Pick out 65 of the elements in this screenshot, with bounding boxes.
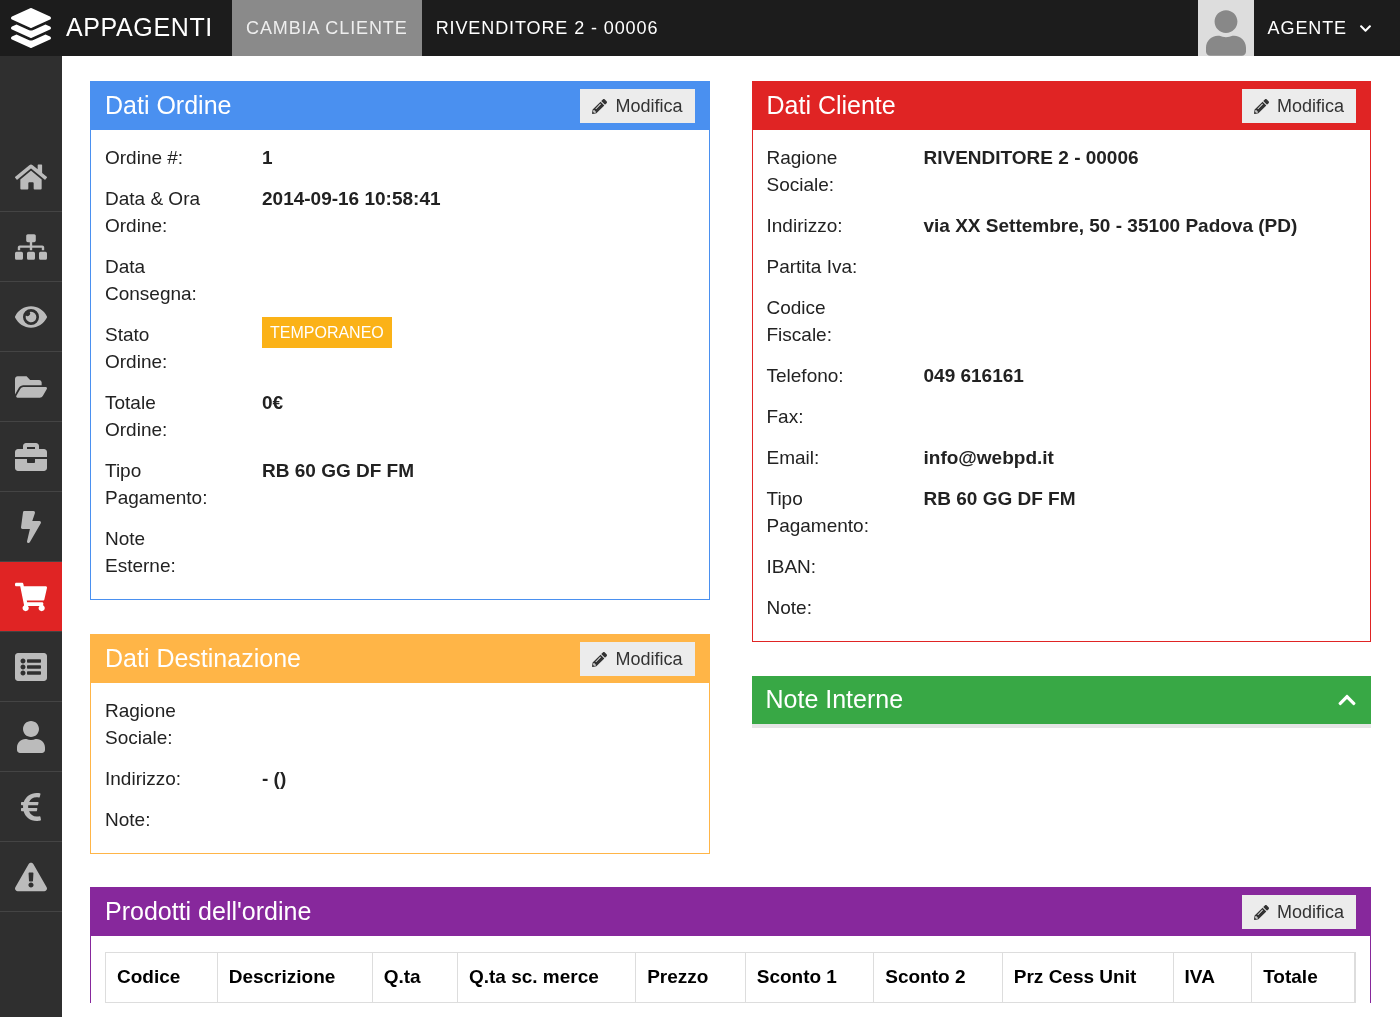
user-silhouette-icon [1205,10,1246,56]
status-badge: TEMPORANEO [262,317,392,348]
card-title: Prodotti dell'ordine [105,896,312,928]
edit-button[interactable]: Modifica [1241,895,1356,929]
field-value: RB 60 GG DF FM [262,459,414,483]
user-menu-button[interactable]: AGENTE [1253,0,1386,56]
list-icon [15,650,47,683]
pencil-icon [1253,98,1269,114]
field-label: IBAN: [766,555,818,579]
column-header: Q.ta [372,953,458,1002]
column-header: Descrizione [217,953,373,1002]
field-label: Partita Iva: [766,255,859,279]
field-label: Tipo Pagamento: [105,459,205,510]
field-value: - () [262,767,287,791]
field-label: Fax: [766,405,805,429]
field-value: 2014-09-16 10:58:41 [262,187,441,211]
field-value: 1 [262,146,273,170]
field-label: Data & Ora Ordine: [105,187,202,238]
edit-button[interactable]: Modifica [580,642,695,676]
field-value: 049 616161 [923,364,1024,388]
card-title: Dati Ordine [105,90,232,122]
cart-icon [15,580,47,613]
column-header: Prz Cess Unit [1002,953,1174,1002]
field-label: Note: [766,596,813,620]
pencil-icon [592,98,608,114]
card-title: Note Interne [765,684,904,716]
briefcase-icon [15,440,47,473]
brand-name: APPAGENTI [66,12,213,44]
card-title: Dati Cliente [766,90,896,122]
field-label: Ordine #: [105,146,185,170]
field-label: Indirizzo: [766,214,844,238]
card-title: Dati Destinazione [105,643,301,675]
user-icon [15,720,47,753]
warning-icon [15,860,47,893]
edit-button[interactable]: Modifica [580,89,695,123]
column-header: Q.ta sc. merce [457,953,637,1002]
field-label: Stato Ordine: [105,323,169,374]
field-label: Indirizzo: [105,767,183,791]
field-label: Telefono: [766,364,845,388]
pencil-icon [1253,904,1269,920]
field-label: Ragione Sociale: [105,699,177,750]
field-label: Email: [766,446,821,470]
field-value: info@webpd.it [923,446,1054,470]
field-value: via XX Settembre, 50 - 35100 Padova (PD) [923,214,1298,238]
field-label: Note: [105,808,152,832]
nav-link[interactable]: RIVENDITORE 2 - 00006 [421,0,673,56]
field-value: RIVENDITORE 2 - 00006 [923,146,1139,170]
field-value: 0€ [262,391,284,415]
field-value: RB 60 GG DF FM [923,487,1076,511]
field-label: Tipo Pagamento: [766,487,867,538]
column-header: Totale [1252,953,1356,1002]
edit-button[interactable]: Modifica [1241,89,1356,123]
field-label: Ragione Sociale: [766,146,839,197]
pencil-icon [592,651,608,667]
sidebar-item[interactable] [0,562,62,632]
logo-icon [8,8,54,48]
column-header: Prezzo [636,953,746,1002]
column-header: Sconto 2 [874,953,1003,1002]
field-label: Codice Fiscale: [766,296,833,347]
column-header: Codice [106,953,218,1002]
field-label: Data Consegna: [105,255,198,306]
column-header: IVA [1173,953,1253,1002]
column-header: Sconto 1 [745,953,875,1002]
field-label: Totale Ordine: [105,391,169,442]
field-label: Note Esterne: [105,527,177,578]
